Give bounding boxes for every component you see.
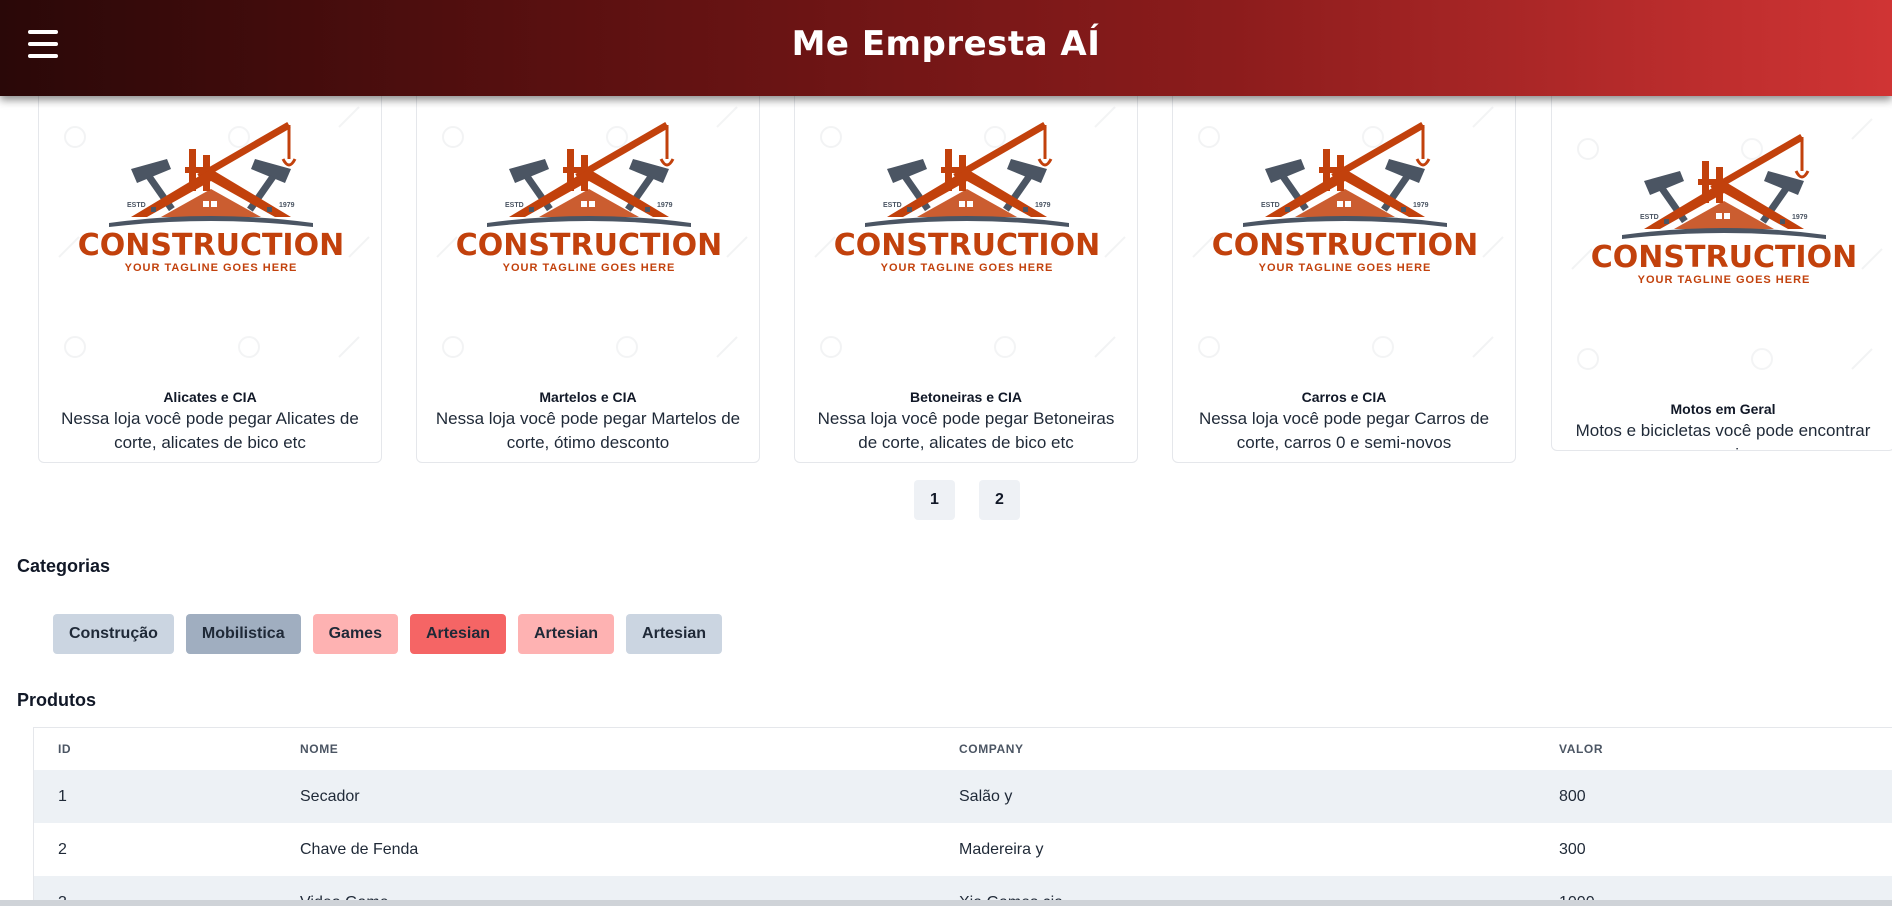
- store-description: Nessa loja você pode pegar Carros de cor…: [1198, 409, 1490, 452]
- products-table: ID NOME COMPANY VALOR 1 Secador Salão y …: [33, 727, 1892, 906]
- column-header-valor: VALOR: [1559, 742, 1604, 756]
- svg-text:1979: 1979: [1035, 202, 1051, 209]
- store-card[interactable]: ESTD 1979 CONSTRUCTION YOUR TAGLINE GOES…: [416, 70, 760, 463]
- cell-company: Madereira y: [959, 840, 1044, 858]
- svg-text:CONSTRUCTION: CONSTRUCTION: [834, 228, 1100, 263]
- store-card[interactable]: ESTD 1979 CONSTRUCTION YOUR TAGLINE GOES…: [38, 70, 382, 463]
- category-list: Construção Mobilistica Games Artesian Ar…: [53, 614, 723, 654]
- svg-text:1979: 1979: [657, 202, 673, 209]
- app-header: Me Empresta AÍ: [0, 0, 1892, 96]
- category-chip[interactable]: Construção: [53, 614, 174, 654]
- cell-valor: 300: [1559, 840, 1586, 858]
- cell-id: 2: [58, 840, 67, 858]
- category-chip[interactable]: Mobilistica: [185, 614, 301, 654]
- svg-text:ESTD: ESTD: [505, 202, 524, 209]
- table-row[interactable]: 2 Chave de Fenda Madereira y 300: [34, 823, 1892, 876]
- category-chip[interactable]: Artesian: [626, 614, 723, 654]
- construction-logo-image: ESTD 1979 CONSTRUCTION YOUR TAGLINE GOES…: [39, 97, 381, 387]
- page-button-2[interactable]: 2: [979, 480, 1020, 520]
- cell-company: Salão y: [959, 787, 1013, 805]
- category-chip[interactable]: Artesian: [409, 614, 506, 654]
- store-card[interactable]: ESTD 1979 CONSTRUCTION YOUR TAGLINE GOES…: [1172, 70, 1516, 463]
- svg-text:YOUR TAGLINE GOES HERE: YOUR TAGLINE GOES HERE: [125, 262, 298, 274]
- svg-text:ESTD: ESTD: [1640, 214, 1659, 221]
- cell-nome: Chave de Fenda: [300, 840, 419, 858]
- column-header-nome: NOME: [300, 742, 339, 756]
- svg-text:1979: 1979: [279, 202, 295, 209]
- svg-text:YOUR TAGLINE GOES HERE: YOUR TAGLINE GOES HERE: [503, 262, 676, 274]
- svg-text:YOUR TAGLINE GOES HERE: YOUR TAGLINE GOES HERE: [1638, 274, 1811, 286]
- construction-logo-image: ESTD 1979 CONSTRUCTION YOUR TAGLINE GOES…: [1173, 97, 1515, 387]
- column-header-company: COMPANY: [959, 742, 1024, 756]
- app-title: Me Empresta AÍ: [791, 24, 1101, 64]
- category-chip[interactable]: Games: [312, 614, 398, 654]
- store-description: Motos e bicicletas você pode encontrar a…: [1575, 421, 1871, 450]
- category-chip[interactable]: Artesian: [518, 614, 615, 654]
- pagination: 1 2: [914, 480, 1020, 520]
- store-description: Nessa loja você pode pegar Martelos de c…: [435, 409, 741, 452]
- svg-text:ESTD: ESTD: [883, 202, 902, 209]
- cell-nome: Secador: [300, 787, 360, 805]
- svg-text:YOUR TAGLINE GOES HERE: YOUR TAGLINE GOES HERE: [881, 262, 1054, 274]
- store-description: Nessa loja você pode pegar Betoneiras de…: [817, 409, 1115, 452]
- svg-text:CONSTRUCTION: CONSTRUCTION: [1212, 228, 1478, 263]
- svg-text:ESTD: ESTD: [1261, 202, 1280, 209]
- horizontal-scrollbar[interactable]: [0, 900, 1892, 906]
- svg-text:YOUR TAGLINE GOES HERE: YOUR TAGLINE GOES HERE: [1259, 262, 1432, 274]
- svg-text:1979: 1979: [1413, 202, 1429, 209]
- construction-logo-image: ESTD 1979 CONSTRUCTION YOUR TAGLINE GOES…: [795, 97, 1137, 387]
- table-header-row: ID NOME COMPANY VALOR: [34, 728, 1892, 770]
- store-name: Carros e CIA: [1301, 389, 1387, 405]
- column-header-id: ID: [58, 742, 72, 756]
- products-heading: Produtos: [17, 690, 96, 710]
- svg-text:1979: 1979: [1792, 214, 1808, 221]
- page-button-1[interactable]: 1: [914, 480, 955, 520]
- store-name: Martelos e CIA: [539, 389, 637, 405]
- store-card[interactable]: ESTD 1979 CONSTRUCTION YOUR TAGLINE GOES…: [1551, 58, 1892, 451]
- construction-logo-image: ESTD 1979 CONSTRUCTION YOUR TAGLINE GOES…: [417, 97, 759, 387]
- construction-logo-image: ESTD 1979 CONSTRUCTION YOUR TAGLINE GOES…: [1552, 109, 1892, 399]
- table-row[interactable]: 1 Secador Salão y 800: [34, 770, 1892, 823]
- store-description: Nessa loja você pode pegar Alicates de c…: [61, 409, 359, 452]
- store-name: Betoneiras e CIA: [909, 389, 1023, 405]
- svg-text:CONSTRUCTION: CONSTRUCTION: [456, 228, 722, 263]
- categories-heading: Categorias: [17, 556, 111, 576]
- cell-id: 1: [58, 787, 67, 805]
- svg-text:CONSTRUCTION: CONSTRUCTION: [78, 228, 344, 263]
- svg-text:ESTD: ESTD: [127, 202, 146, 209]
- store-name: Motos em Geral: [1670, 401, 1776, 417]
- cell-valor: 800: [1559, 787, 1586, 805]
- svg-text:CONSTRUCTION: CONSTRUCTION: [1591, 240, 1857, 275]
- store-name: Alicates e CIA: [163, 389, 257, 405]
- store-card[interactable]: ESTD 1979 CONSTRUCTION YOUR TAGLINE GOES…: [794, 70, 1138, 463]
